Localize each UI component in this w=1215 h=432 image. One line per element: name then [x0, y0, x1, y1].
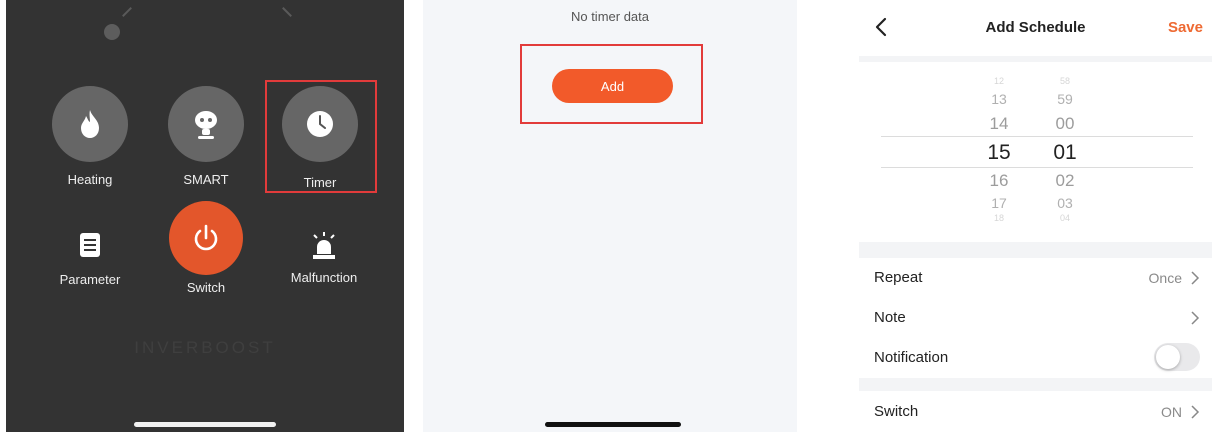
hour-option[interactable]: 12	[979, 76, 1019, 86]
nav-bar: Add Schedule Save	[859, 0, 1212, 56]
repeat-label: Repeat	[874, 269, 923, 286]
hour-wheel[interactable]: 12 13 14 15 16 17 18	[979, 62, 1019, 242]
note-label: Note	[874, 309, 906, 326]
notification-row: Notification	[859, 338, 1212, 378]
hour-option[interactable]: 13	[979, 91, 1019, 107]
minute-option[interactable]: 58	[1045, 76, 1085, 86]
switch-row-value: ON	[1161, 404, 1182, 420]
notification-toggle[interactable]	[1154, 343, 1200, 371]
hour-option[interactable]: 14	[979, 114, 1019, 134]
minute-option[interactable]: 00	[1045, 114, 1085, 134]
malfunction-button[interactable]: Malfunction	[274, 232, 374, 285]
hour-option[interactable]: 17	[979, 195, 1019, 211]
minute-selected[interactable]: 01	[1045, 141, 1085, 165]
power-icon	[194, 224, 218, 251]
flame-icon	[81, 110, 99, 138]
hour-selected[interactable]: 15	[979, 141, 1019, 165]
switch-row-label: Switch	[874, 403, 919, 420]
alarm-icon	[313, 232, 335, 259]
dial-knob[interactable]	[104, 24, 120, 40]
page-title: Add Schedule	[985, 19, 1086, 36]
timer-highlight-box	[265, 80, 377, 193]
home-indicator	[545, 422, 681, 427]
home-indicator	[134, 422, 276, 427]
control-screen: Heating SMART Timer Parameter Switch Mal…	[6, 0, 404, 432]
notification-label: Notification	[874, 349, 949, 366]
add-highlight-box	[520, 44, 703, 124]
chevron-right-icon	[1191, 271, 1200, 285]
hour-option[interactable]: 18	[979, 213, 1019, 223]
save-button[interactable]: Save	[1168, 19, 1203, 36]
smart-label: SMART	[183, 172, 229, 187]
chevron-right-icon	[1191, 311, 1200, 325]
picker-selection-line	[881, 167, 1193, 168]
note-row[interactable]: Note	[859, 298, 1212, 338]
heating-button[interactable]: Heating	[52, 86, 128, 187]
parameter-label: Parameter	[59, 272, 121, 287]
minute-option[interactable]: 03	[1045, 195, 1085, 211]
dial-tick	[282, 7, 292, 17]
robot-icon	[195, 111, 217, 139]
minute-option[interactable]: 59	[1045, 91, 1085, 107]
repeat-value: Once	[1148, 270, 1182, 286]
toggle-knob	[1156, 345, 1180, 369]
add-schedule-screen: Add Schedule Save 12 13 14 15 16 17 18 5…	[859, 0, 1212, 432]
chevron-right-icon	[1191, 405, 1200, 419]
switch-label: Switch	[186, 280, 226, 295]
time-picker[interactable]: 12 13 14 15 16 17 18 58 59 00 01 02 03 0…	[859, 62, 1212, 242]
document-icon	[80, 233, 100, 257]
switch-row[interactable]: Switch ON	[859, 391, 1212, 432]
minute-option[interactable]: 04	[1045, 213, 1085, 223]
parameter-button[interactable]: Parameter	[48, 232, 132, 287]
smart-button[interactable]: SMART	[168, 86, 244, 187]
dial-tick	[122, 7, 132, 17]
repeat-row[interactable]: Repeat Once	[859, 258, 1212, 298]
brand-logo: INVERBOOST	[134, 338, 276, 357]
minute-wheel[interactable]: 58 59 00 01 02 03 04	[1045, 62, 1085, 242]
minute-option[interactable]: 02	[1045, 171, 1085, 191]
picker-selection-line	[881, 136, 1193, 137]
hour-option[interactable]: 16	[979, 171, 1019, 191]
heating-label: Heating	[67, 172, 113, 187]
malfunction-label: Malfunction	[290, 270, 358, 285]
power-switch-button[interactable]: Switch	[164, 201, 248, 295]
empty-state-text: No timer data	[570, 9, 650, 24]
timer-list-screen: No timer data Add	[423, 0, 797, 432]
